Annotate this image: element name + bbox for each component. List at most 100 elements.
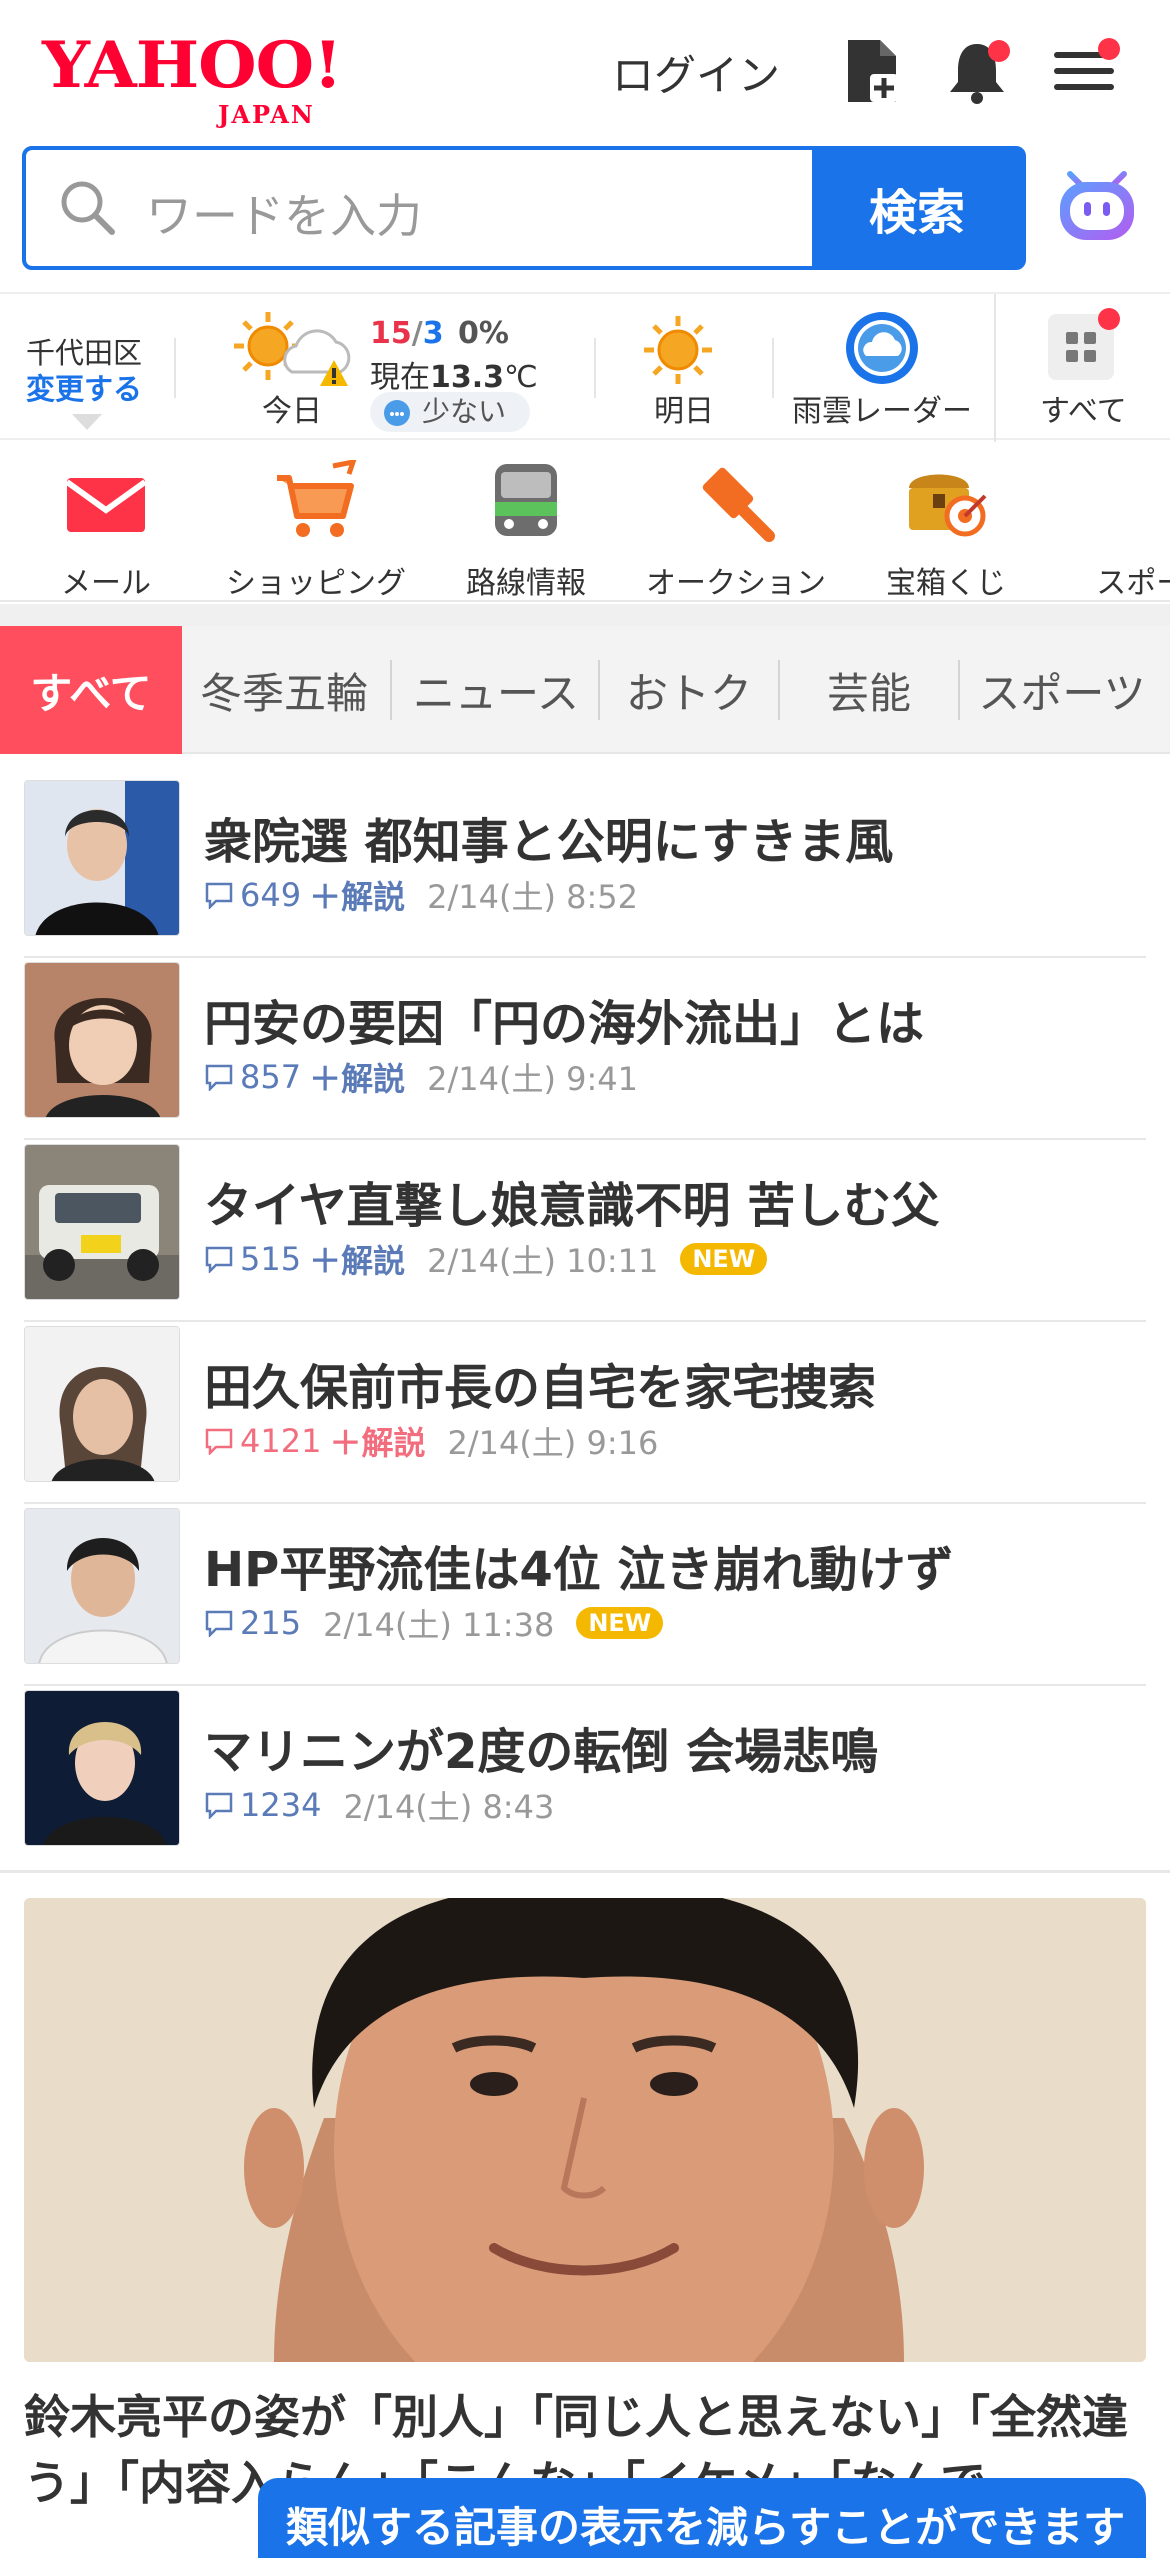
temp-high: 15	[370, 316, 412, 351]
bell-icon[interactable]	[942, 36, 1012, 106]
comment-icon	[205, 1246, 233, 1273]
service-auction[interactable]: オークション	[636, 460, 836, 602]
tab-deals[interactable]: おトク	[604, 626, 774, 754]
search-icon	[61, 181, 115, 235]
treasure-box-icon	[909, 474, 987, 537]
rain-radar-label: 雨雲レーダー	[792, 394, 972, 429]
tab-all[interactable]: すべて	[0, 626, 182, 754]
change-location-link[interactable]: 変更する	[26, 366, 142, 408]
news-thumbnail	[24, 1144, 180, 1300]
weather-all-label: すべて	[1040, 394, 1127, 429]
news-meta: 515 ＋解説 2/14(土) 10:11 NEW	[204, 1236, 768, 1282]
weather-tomorrow-label: 明日	[654, 394, 714, 429]
bell-notification-dot	[988, 40, 1010, 62]
news-thumbnail	[24, 962, 180, 1118]
news-time: 2/14(土) 10:11	[427, 1242, 659, 1280]
tab-sports[interactable]: スポーツ	[962, 626, 1162, 754]
news-meta: 4121 ＋解説 2/14(土) 9:16	[204, 1418, 658, 1464]
temp-low: 3	[422, 316, 444, 351]
search-bar: ワードを入力 検索	[22, 146, 1026, 270]
current-temp: 現在13.3℃	[370, 360, 538, 395]
tab-news[interactable]: ニュース	[396, 626, 596, 754]
weather-today-label: 今日	[262, 394, 322, 429]
service-sports[interactable]: スポーツ	[1056, 460, 1170, 602]
category-tabs: すべて 冬季五輪 ニュース おトク 芸能 スポーツ	[0, 626, 1170, 754]
section-gap	[0, 604, 1170, 626]
service-shortcuts: メール ショッピング 路線情報 オークション 宝箱くじ スポ	[0, 442, 1170, 602]
news-thumbnail	[24, 1508, 180, 1664]
weather-bar: 千代田区 変更する 今日 15/3 0% 現在13.3℃ 少ない 明日 雨雲レー…	[0, 292, 1170, 442]
menu-notification-dot	[1098, 38, 1120, 60]
news-item[interactable]: 衆院選 都知事と公明にすきま風 649 ＋解説 2/14(土) 8:52	[24, 776, 1146, 958]
news-item[interactable]: HP平野流佳は4位 泣き崩れ動けず 215 2/14(土) 11:38 NEW	[24, 1504, 1146, 1686]
news-headline: 田久保前市長の自宅を家宅捜索	[204, 1360, 877, 1416]
tab-winter-olympics[interactable]: 冬季五輪	[186, 626, 382, 754]
ai-assistant-icon[interactable]	[1056, 164, 1138, 246]
comment-icon	[205, 882, 233, 909]
service-transit[interactable]: 路線情報	[426, 460, 626, 602]
news-headline: タイヤ直撃し娘意識不明 苦しむ父	[204, 1178, 940, 1234]
rain-level-pill: 少ない	[370, 392, 530, 432]
search-placeholder: ワードを入力	[146, 189, 422, 243]
login-link[interactable]: ログイン	[612, 42, 780, 103]
sports-icon	[1111, 460, 1170, 544]
add-document-icon[interactable]	[836, 36, 906, 106]
commentary-label: ＋解説	[309, 878, 406, 916]
comment-count: 1234	[204, 1786, 321, 1824]
caret-down-icon	[72, 414, 102, 430]
radar-icon	[846, 312, 918, 384]
comment-icon	[205, 1792, 233, 1819]
news-meta: 649 ＋解説 2/14(土) 8:52	[204, 872, 638, 918]
news-item[interactable]: タイヤ直撃し娘意識不明 苦しむ父 515 ＋解説 2/14(土) 10:11 N…	[24, 1140, 1146, 1322]
news-time: 2/14(土) 11:38	[323, 1606, 555, 1644]
yahoo-japan-logo[interactable]: YAHOO! JAPAN	[42, 28, 372, 130]
news-thumbnail	[24, 780, 180, 936]
train-icon	[495, 464, 557, 536]
service-shopping[interactable]: ショッピング	[216, 458, 416, 602]
feature-image[interactable]	[24, 1898, 1146, 2362]
logo-sub-text: JAPAN	[218, 100, 315, 129]
section-divider	[0, 1870, 1170, 1873]
shopping-cart-icon	[277, 458, 357, 537]
news-headline: マリニンが2度の転倒 会場悲鳴	[204, 1724, 879, 1780]
precip-chance: 0%	[458, 316, 509, 351]
news-time: 2/14(土) 8:43	[343, 1788, 555, 1826]
weather-temps: 15/3 0%	[370, 316, 509, 351]
news-time: 2/14(土) 9:41	[427, 1060, 638, 1098]
commentary-label: ＋解説	[329, 1424, 426, 1462]
tab-entertainment[interactable]: 芸能	[784, 626, 954, 754]
comment-count: 4121 ＋解説	[204, 1418, 425, 1464]
logo-main-text: YAHOO!	[42, 28, 343, 103]
news-headline: HP平野流佳は4位 泣き崩れ動けず	[204, 1542, 954, 1598]
commentary-label: ＋解説	[309, 1060, 406, 1098]
new-badge: NEW	[680, 1243, 768, 1275]
comment-count: 215	[204, 1604, 301, 1642]
comment-count: 515 ＋解説	[204, 1236, 405, 1282]
news-meta: 215 2/14(土) 11:38 NEW	[204, 1600, 664, 1646]
news-time: 2/14(土) 8:52	[427, 878, 638, 916]
commentary-label: ＋解説	[309, 1242, 406, 1280]
menu-icon[interactable]	[1050, 36, 1120, 106]
service-lottery[interactable]: 宝箱くじ	[846, 460, 1046, 602]
news-thumbnail	[24, 1326, 180, 1482]
news-meta: 1234 2/14(土) 8:43	[204, 1782, 554, 1828]
news-item[interactable]: 田久保前市長の自宅を家宅捜索 4121 ＋解説 2/14(土) 9:16	[24, 1322, 1146, 1504]
comment-count: 649 ＋解説	[204, 872, 405, 918]
comment-icon	[205, 1064, 233, 1091]
new-badge: NEW	[576, 1607, 664, 1639]
news-item[interactable]: マリニンが2度の転倒 会場悲鳴 1234 2/14(土) 8:43	[24, 1686, 1146, 1868]
news-headline: 円安の要因「円の海外流出」とは	[204, 996, 925, 1052]
comment-count: 857 ＋解説	[204, 1054, 405, 1100]
rain-radar[interactable]	[840, 308, 924, 392]
news-meta: 857 ＋解説 2/14(土) 9:41	[204, 1054, 638, 1100]
news-thumbnail	[24, 1690, 180, 1846]
weather-all[interactable]	[1048, 308, 1120, 380]
search-button[interactable]: 検索	[812, 150, 1022, 266]
rain-level-icon	[384, 400, 410, 426]
toast-banner[interactable]: 類似する記事の表示を減らすことができます	[258, 2478, 1146, 2558]
news-item[interactable]: 円安の要因「円の海外流出」とは 857 ＋解説 2/14(土) 9:41	[24, 958, 1146, 1140]
search-input[interactable]: ワードを入力	[26, 150, 812, 266]
mail-icon	[65, 478, 147, 532]
header: YAHOO! JAPAN ログイン	[0, 0, 1170, 140]
service-mail[interactable]: メール	[6, 460, 206, 602]
